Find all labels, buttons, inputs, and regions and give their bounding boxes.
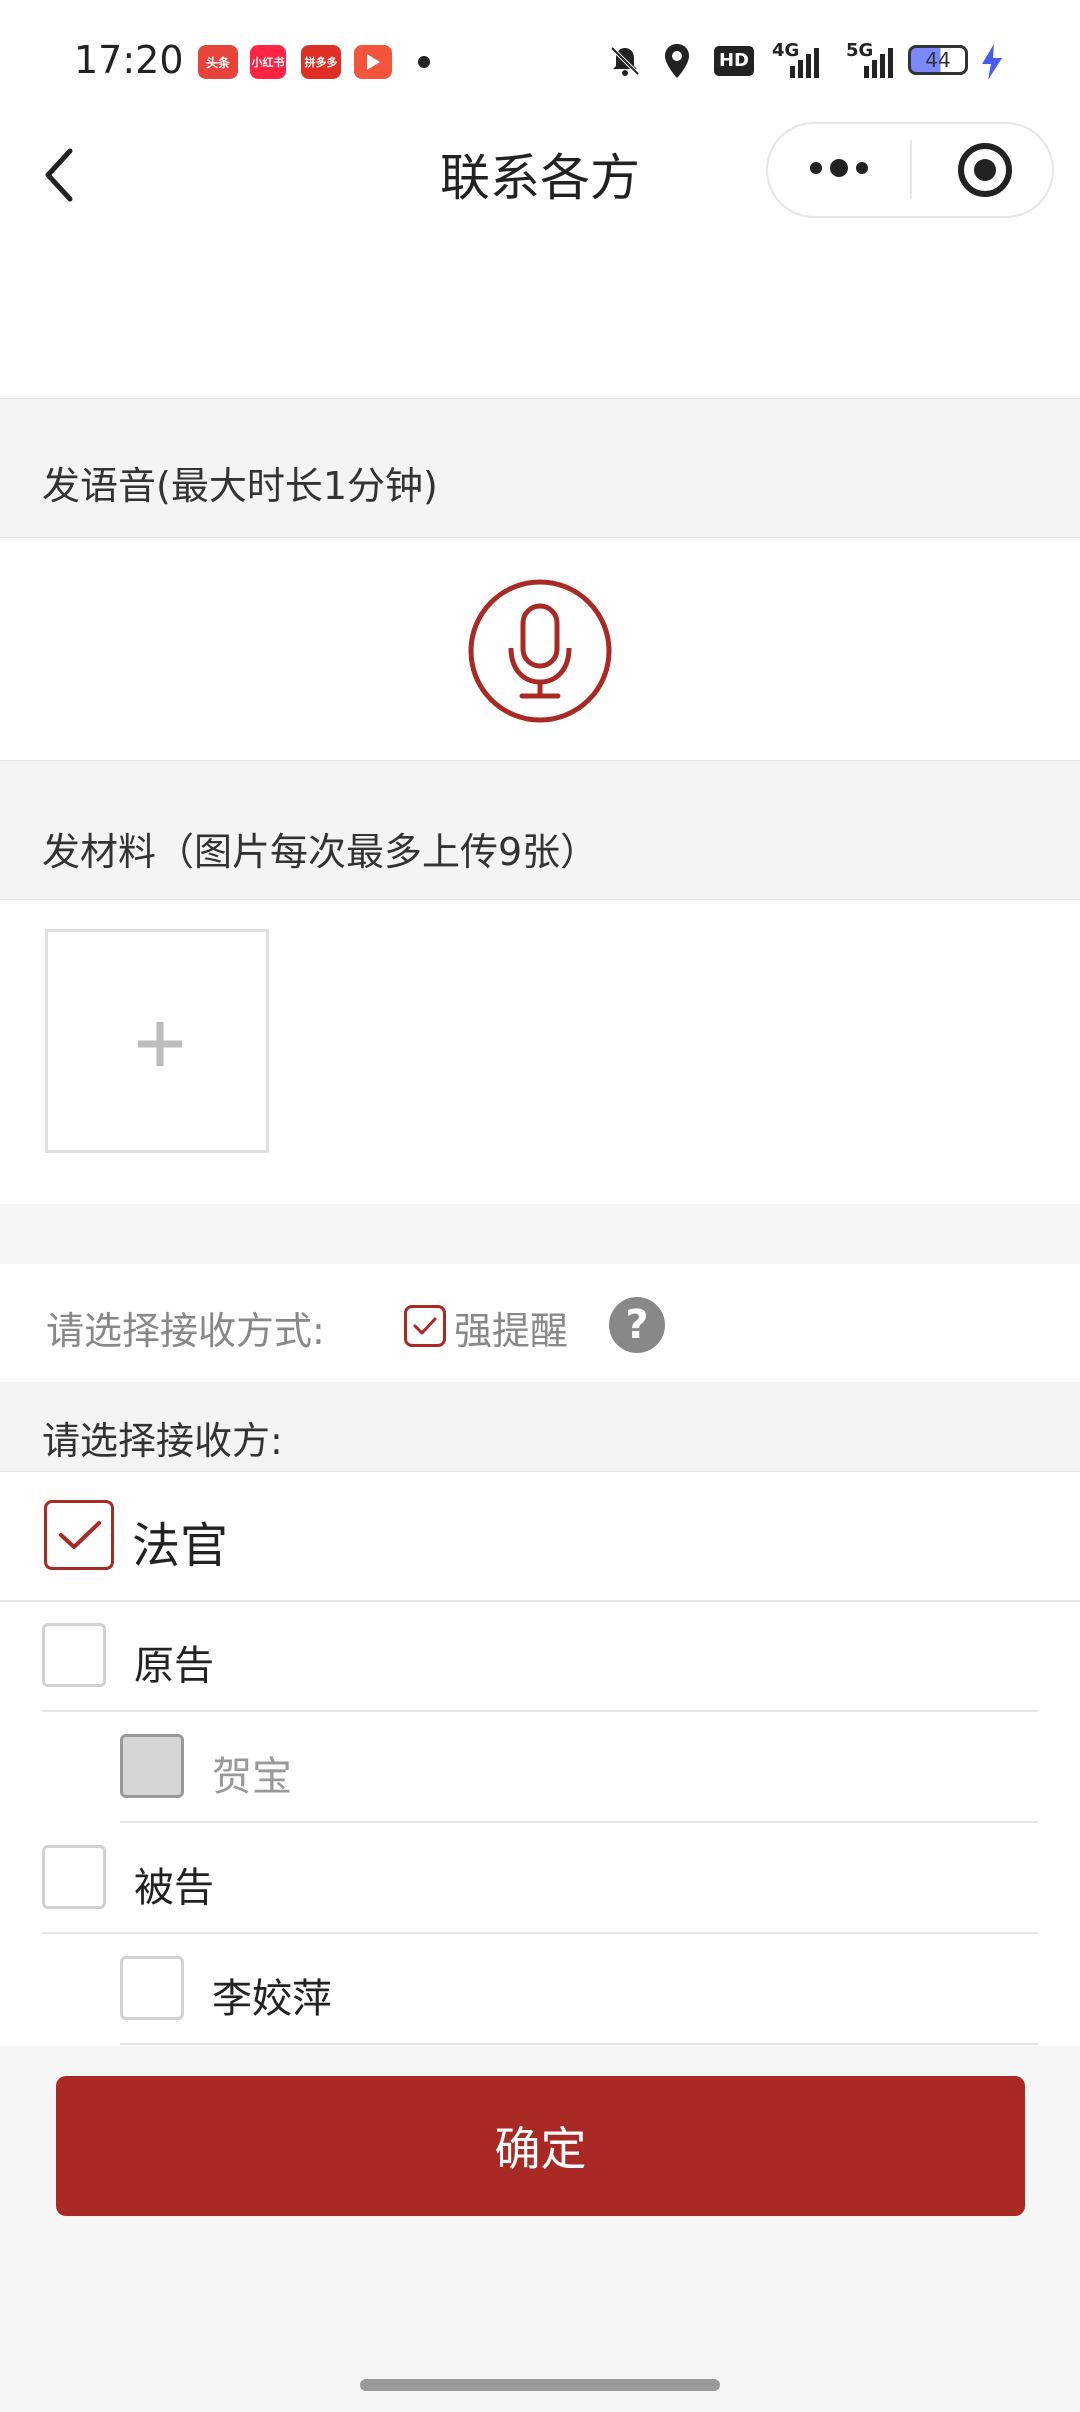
divider (0, 1600, 1080, 1602)
pinduoduo-app-icon: 拼多多 (301, 45, 341, 79)
strong-reminder-label[interactable]: 强提醒 (454, 1300, 568, 1355)
notification-dot (418, 56, 430, 68)
strong-reminder-checkbox[interactable] (404, 1305, 446, 1347)
defendant-label[interactable]: 被告 (134, 1855, 214, 1913)
divider (42, 1932, 1038, 1934)
home-indicator[interactable] (360, 2379, 720, 2391)
capsule-divider (910, 140, 912, 198)
charging-icon (980, 44, 1004, 80)
receivers-label: 请选择接收方: (42, 1419, 283, 1463)
toutiao-app-icon: 头条 (198, 45, 238, 79)
silent-bell-icon (608, 44, 642, 78)
video-app-icon (354, 45, 392, 79)
close-miniprogram-icon[interactable] (955, 140, 1015, 200)
location-icon (662, 42, 692, 80)
hebao-label: 贺宝 (212, 1754, 292, 1800)
hd-icon: HD (714, 46, 754, 76)
material-section-title: 发材料（图片每次最多上传9张） (42, 830, 599, 874)
confirm-button[interactable]: 确定 (56, 2076, 1025, 2216)
material-section-header: 发材料（图片每次最多上传9张） (0, 760, 1080, 900)
plaintiff-label[interactable]: 原告 (134, 1633, 214, 1691)
divider (120, 1821, 1038, 1823)
judge-label[interactable]: 法官 (132, 1506, 228, 1576)
signal-5g-icon (846, 48, 894, 78)
check-icon (59, 1521, 101, 1549)
plus-icon (138, 1022, 182, 1066)
check-icon (413, 1317, 437, 1335)
receive-method-label: 请选择接收方式: (46, 1309, 325, 1353)
help-icon[interactable]: ? (609, 1297, 665, 1353)
defendant-checkbox[interactable] (42, 1845, 106, 1909)
status-time: 17:20 (74, 38, 184, 82)
voice-section-title: 发语音(最大时长1分钟) (42, 464, 438, 508)
microphone-record-button[interactable] (467, 578, 613, 724)
lijiaoping-label[interactable]: 李姣萍 (212, 1966, 332, 2024)
signal-4g-icon (776, 48, 820, 78)
divider (120, 2043, 1038, 2045)
xiaohongshu-app-icon: 小红书 (250, 45, 286, 79)
hebao-checkbox (120, 1734, 184, 1798)
plaintiff-checkbox[interactable] (42, 1623, 106, 1687)
more-dots-icon[interactable] (808, 158, 870, 178)
lijiaoping-checkbox[interactable] (120, 1956, 184, 2020)
judge-checkbox[interactable] (44, 1500, 114, 1570)
battery-icon: 44 (908, 45, 968, 75)
upload-image-button[interactable] (45, 929, 269, 1153)
voice-section-header: 发语音(最大时长1分钟) (0, 398, 1080, 538)
divider (42, 1710, 1038, 1712)
